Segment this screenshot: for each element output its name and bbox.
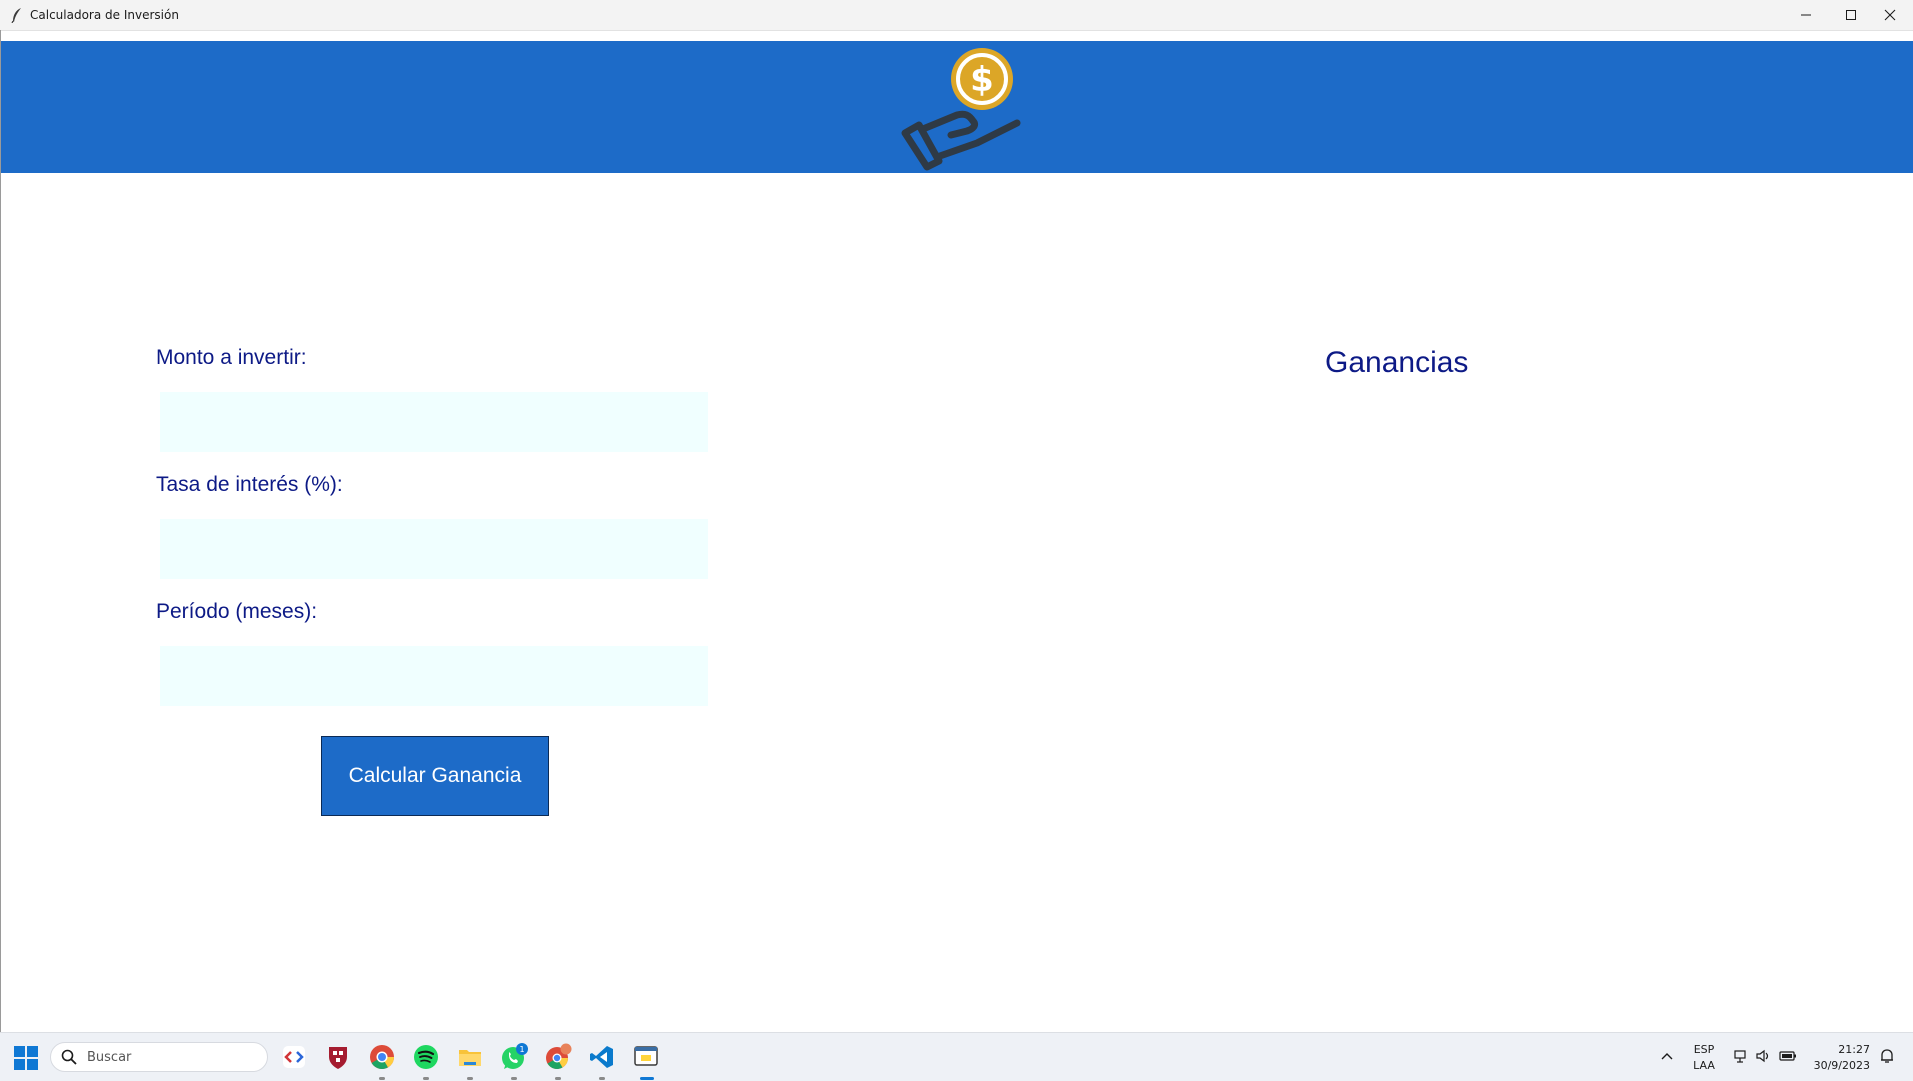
taskbar-search-box[interactable]: Buscar (50, 1042, 268, 1072)
whatsapp-icon[interactable]: 1 (500, 1043, 528, 1071)
devtoys-icon[interactable] (280, 1043, 308, 1071)
close-button[interactable] (1868, 0, 1913, 30)
minimize-icon (1801, 14, 1811, 16)
window-border (0, 30, 1, 1032)
taskbar: Buscar 1 ESP LAA 21:27 30/9/2023 (0, 1032, 1913, 1081)
hand-holding-dollar-coin-icon: $ (901, 48, 1021, 171)
search-icon (61, 1049, 77, 1065)
calcular-ganancia-button[interactable]: Calcular Ganancia (321, 736, 549, 816)
language-bottom[interactable]: LAA (1690, 1059, 1718, 1072)
svg-text:$: $ (970, 60, 994, 100)
monto-label: Monto a invertir: (156, 346, 307, 369)
periodo-input[interactable] (160, 646, 708, 706)
notification-bell-icon[interactable] (1878, 1047, 1896, 1065)
chrome-profile-icon[interactable] (544, 1043, 572, 1071)
window-titlebar: Calculadora de Inversión (0, 0, 1913, 31)
python-app-icon[interactable] (632, 1043, 660, 1071)
search-placeholder: Buscar (87, 1050, 132, 1065)
tasa-label: Tasa de interés (%): (156, 473, 343, 496)
file-explorer-icon[interactable] (456, 1043, 484, 1071)
whatsapp-badge: 1 (519, 1045, 524, 1054)
header-banner: $ (1, 41, 1913, 173)
network-icon[interactable] (1733, 1048, 1749, 1064)
windows-start-icon[interactable] (14, 1046, 38, 1070)
periodo-label: Período (meses): (156, 600, 318, 623)
feather-icon (11, 8, 21, 23)
vscode-icon[interactable] (588, 1043, 616, 1071)
close-icon (1884, 9, 1896, 21)
harvard-shield-icon[interactable] (324, 1043, 352, 1071)
volume-icon[interactable] (1755, 1048, 1771, 1064)
window-title: Calculadora de Inversión (30, 8, 179, 22)
ganancias-title: Ganancias (1325, 346, 1469, 379)
language-top[interactable]: ESP (1690, 1043, 1718, 1056)
minimize-button[interactable] (1784, 0, 1829, 30)
spotify-icon[interactable] (412, 1043, 440, 1071)
tasa-input[interactable] (160, 519, 708, 579)
clock-time[interactable]: 21:27 (1808, 1043, 1870, 1056)
monto-input[interactable] (160, 392, 708, 452)
clock-date[interactable]: 30/9/2023 (1808, 1059, 1870, 1072)
maximize-icon (1846, 10, 1856, 20)
chevron-up-icon[interactable] (1660, 1049, 1674, 1063)
battery-icon[interactable] (1779, 1048, 1797, 1064)
chrome-icon[interactable] (368, 1043, 396, 1071)
